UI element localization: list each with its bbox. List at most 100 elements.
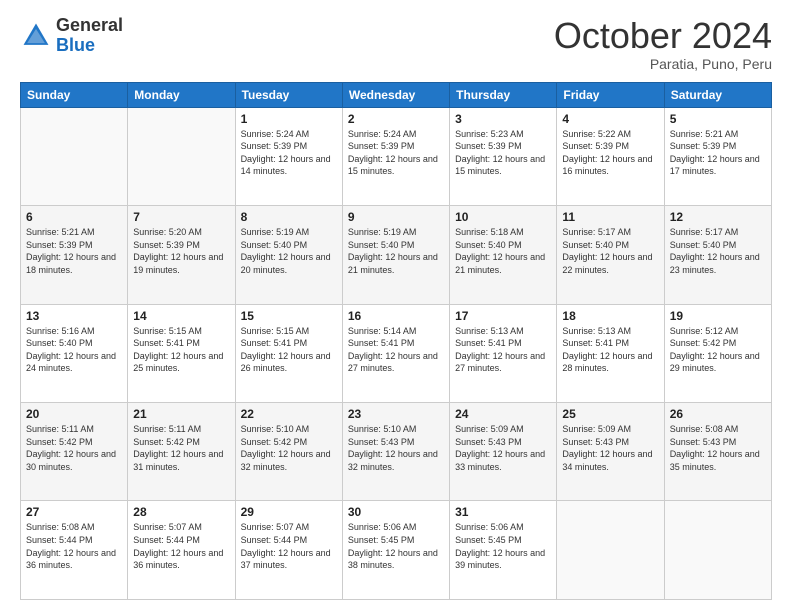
table-row: 3 Sunrise: 5:23 AMSunset: 5:39 PMDaylight… (450, 107, 557, 205)
day-info: Sunrise: 5:10 AMSunset: 5:43 PMDaylight:… (348, 423, 444, 473)
page: General Blue October 2024 Paratia, Puno,… (0, 0, 792, 612)
col-friday: Friday (557, 82, 664, 107)
day-number: 29 (241, 505, 337, 519)
day-number: 25 (562, 407, 658, 421)
table-row: 7 Sunrise: 5:20 AMSunset: 5:39 PMDaylight… (128, 206, 235, 304)
table-row (664, 501, 771, 600)
col-tuesday: Tuesday (235, 82, 342, 107)
location-subtitle: Paratia, Puno, Peru (554, 56, 772, 72)
month-title: October 2024 (554, 16, 772, 56)
day-info: Sunrise: 5:17 AMSunset: 5:40 PMDaylight:… (670, 226, 766, 276)
calendar-week-row: 20 Sunrise: 5:11 AMSunset: 5:42 PMDayligh… (21, 403, 772, 501)
day-number: 14 (133, 309, 229, 323)
day-number: 30 (348, 505, 444, 519)
table-row: 4Sunrise: 5:22 AMSunset: 5:39 PMDaylight… (557, 107, 664, 205)
table-row: 16Sunrise: 5:14 AMSunset: 5:41 PMDayligh… (342, 304, 449, 402)
day-number: 7 (133, 210, 229, 224)
title-block: October 2024 Paratia, Puno, Peru (554, 16, 772, 72)
day-info: Sunrise: 5:06 AMSunset: 5:45 PMDaylight:… (348, 521, 444, 571)
day-number: 17 (455, 309, 551, 323)
day-number: 8 (241, 210, 337, 224)
table-row: 10Sunrise: 5:18 AMSunset: 5:40 PMDayligh… (450, 206, 557, 304)
day-info: Sunrise: 5:15 AMSunset: 5:41 PMDaylight:… (133, 325, 229, 375)
day-number: 31 (455, 505, 551, 519)
col-saturday: Saturday (664, 82, 771, 107)
col-sunday: Sunday (21, 82, 128, 107)
day-info: Sunrise: 5:22 AMSunset: 5:39 PMDaylight:… (562, 128, 658, 178)
header: General Blue October 2024 Paratia, Puno,… (20, 16, 772, 72)
table-row: 18Sunrise: 5:13 AMSunset: 5:41 PMDayligh… (557, 304, 664, 402)
day-number: 3 (455, 112, 551, 126)
day-info: Sunrise: 5:17 AMSunset: 5:40 PMDaylight:… (562, 226, 658, 276)
table-row: 2 Sunrise: 5:24 AMSunset: 5:39 PMDaylight… (342, 107, 449, 205)
table-row: 28Sunrise: 5:07 AMSunset: 5:44 PMDayligh… (128, 501, 235, 600)
day-number: 13 (26, 309, 122, 323)
day-info: Sunrise: 5:19 AMSunset: 5:40 PMDaylight:… (348, 226, 444, 276)
day-info: Sunrise: 5:13 AMSunset: 5:41 PMDaylight:… (562, 325, 658, 375)
day-info: Sunrise: 5:08 AMSunset: 5:43 PMDaylight:… (670, 423, 766, 473)
day-info: Sunrise: 5:07 AMSunset: 5:44 PMDaylight:… (133, 521, 229, 571)
day-info: Sunrise: 5:20 AMSunset: 5:39 PMDaylight:… (133, 226, 229, 276)
calendar-header-row: Sunday Monday Tuesday Wednesday Thursday… (21, 82, 772, 107)
table-row: 23 Sunrise: 5:10 AMSunset: 5:43 PMDayligh… (342, 403, 449, 501)
day-info: Sunrise: 5:21 AMSunset: 5:39 PMDaylight:… (670, 128, 766, 178)
table-row: 30 Sunrise: 5:06 AMSunset: 5:45 PMDayligh… (342, 501, 449, 600)
table-row: 21 Sunrise: 5:11 AMSunset: 5:42 PMDayligh… (128, 403, 235, 501)
col-wednesday: Wednesday (342, 82, 449, 107)
logo-text: General Blue (56, 16, 123, 56)
day-number: 15 (241, 309, 337, 323)
calendar-week-row: 6 Sunrise: 5:21 AMSunset: 5:39 PMDaylight… (21, 206, 772, 304)
day-number: 5 (670, 112, 766, 126)
table-row (128, 107, 235, 205)
table-row (21, 107, 128, 205)
day-number: 9 (348, 210, 444, 224)
table-row: 12 Sunrise: 5:17 AMSunset: 5:40 PMDayligh… (664, 206, 771, 304)
day-number: 21 (133, 407, 229, 421)
day-number: 23 (348, 407, 444, 421)
table-row: 9 Sunrise: 5:19 AMSunset: 5:40 PMDaylight… (342, 206, 449, 304)
calendar-table: Sunday Monday Tuesday Wednesday Thursday… (20, 82, 772, 600)
day-info: Sunrise: 5:21 AMSunset: 5:39 PMDaylight:… (26, 226, 122, 276)
table-row: 13 Sunrise: 5:16 AMSunset: 5:40 PMDayligh… (21, 304, 128, 402)
calendar-week-row: 1Sunrise: 5:24 AMSunset: 5:39 PMDaylight… (21, 107, 772, 205)
day-info: Sunrise: 5:13 AMSunset: 5:41 PMDaylight:… (455, 325, 551, 375)
day-info: Sunrise: 5:24 AMSunset: 5:39 PMDaylight:… (241, 128, 337, 178)
day-info: Sunrise: 5:23 AMSunset: 5:39 PMDaylight:… (455, 128, 551, 178)
day-number: 20 (26, 407, 122, 421)
day-number: 11 (562, 210, 658, 224)
day-info: Sunrise: 5:08 AMSunset: 5:44 PMDaylight:… (26, 521, 122, 571)
day-info: Sunrise: 5:11 AMSunset: 5:42 PMDaylight:… (133, 423, 229, 473)
day-number: 19 (670, 309, 766, 323)
col-thursday: Thursday (450, 82, 557, 107)
day-info: Sunrise: 5:06 AMSunset: 5:45 PMDaylight:… (455, 521, 551, 571)
day-number: 26 (670, 407, 766, 421)
table-row: 6 Sunrise: 5:21 AMSunset: 5:39 PMDaylight… (21, 206, 128, 304)
table-row: 26 Sunrise: 5:08 AMSunset: 5:43 PMDayligh… (664, 403, 771, 501)
calendar-week-row: 27 Sunrise: 5:08 AMSunset: 5:44 PMDayligh… (21, 501, 772, 600)
table-row: 19 Sunrise: 5:12 AMSunset: 5:42 PMDayligh… (664, 304, 771, 402)
table-row: 15 Sunrise: 5:15 AMSunset: 5:41 PMDayligh… (235, 304, 342, 402)
day-info: Sunrise: 5:10 AMSunset: 5:42 PMDaylight:… (241, 423, 337, 473)
table-row: 1Sunrise: 5:24 AMSunset: 5:39 PMDaylight… (235, 107, 342, 205)
day-info: Sunrise: 5:11 AMSunset: 5:42 PMDaylight:… (26, 423, 122, 473)
calendar-week-row: 13 Sunrise: 5:16 AMSunset: 5:40 PMDayligh… (21, 304, 772, 402)
day-number: 12 (670, 210, 766, 224)
day-info: Sunrise: 5:12 AMSunset: 5:42 PMDaylight:… (670, 325, 766, 375)
day-info: Sunrise: 5:07 AMSunset: 5:44 PMDaylight:… (241, 521, 337, 571)
day-number: 16 (348, 309, 444, 323)
table-row: 5 Sunrise: 5:21 AMSunset: 5:39 PMDaylight… (664, 107, 771, 205)
table-row (557, 501, 664, 600)
table-row: 17 Sunrise: 5:13 AMSunset: 5:41 PMDayligh… (450, 304, 557, 402)
logo-icon (20, 20, 52, 52)
day-number: 27 (26, 505, 122, 519)
table-row: 29 Sunrise: 5:07 AMSunset: 5:44 PMDayligh… (235, 501, 342, 600)
day-info: Sunrise: 5:24 AMSunset: 5:39 PMDaylight:… (348, 128, 444, 178)
table-row: 20 Sunrise: 5:11 AMSunset: 5:42 PMDayligh… (21, 403, 128, 501)
table-row: 25Sunrise: 5:09 AMSunset: 5:43 PMDayligh… (557, 403, 664, 501)
day-info: Sunrise: 5:16 AMSunset: 5:40 PMDaylight:… (26, 325, 122, 375)
day-number: 2 (348, 112, 444, 126)
col-monday: Monday (128, 82, 235, 107)
day-info: Sunrise: 5:15 AMSunset: 5:41 PMDaylight:… (241, 325, 337, 375)
logo-general: General (56, 15, 123, 35)
day-number: 6 (26, 210, 122, 224)
